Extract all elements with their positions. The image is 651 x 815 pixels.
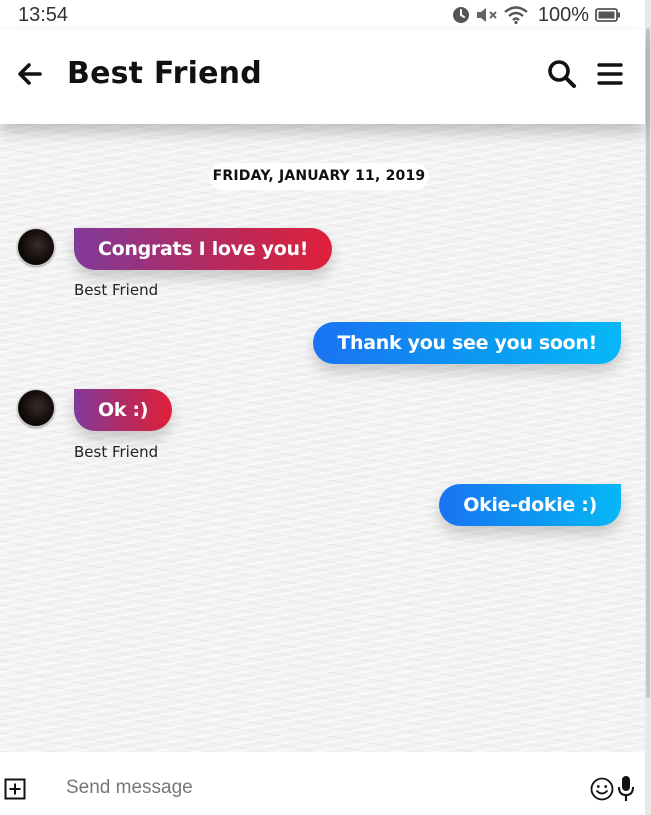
conversation-title: Best Friend: [67, 56, 262, 91]
microphone-icon[interactable]: [617, 775, 635, 803]
app-bar: Best Friend: [0, 30, 645, 124]
avatar[interactable]: [17, 228, 55, 266]
sender-name: Best Friend: [74, 443, 159, 461]
status-time: 13:54: [18, 4, 69, 26]
message-composer: [0, 752, 645, 815]
avatar[interactable]: [17, 389, 55, 427]
outgoing-message-bubble[interactable]: Okie-dokie :): [439, 484, 621, 526]
mute-icon: [476, 8, 497, 22]
back-arrow-icon[interactable]: [14, 58, 46, 90]
date-separator: FRIDAY, JANUARY 11, 2019: [209, 163, 429, 190]
search-icon[interactable]: [546, 58, 578, 90]
battery-percentage: 100%: [537, 3, 589, 26]
sender-name: Best Friend: [74, 281, 159, 299]
alarm-icon: [452, 7, 469, 23]
menu-icon[interactable]: [596, 60, 624, 88]
incoming-message-bubble[interactable]: Congrats I love you!: [74, 228, 333, 270]
add-attachment-icon[interactable]: [4, 778, 26, 800]
battery-icon: [595, 8, 620, 22]
status-icons: 100%: [452, 4, 621, 26]
incoming-message-bubble[interactable]: Ok :): [74, 389, 173, 431]
message-list[interactable]: FRIDAY, JANUARY 11, 2019 Congrats I love…: [0, 124, 645, 752]
emoji-icon[interactable]: [590, 777, 614, 801]
wifi-icon: [504, 6, 528, 24]
chat-screen: 13:54 100% Best Friend FRIDAY, JANUARY 1…: [0, 0, 645, 815]
status-bar: 13:54 100%: [0, 0, 645, 30]
message-input[interactable]: [66, 770, 566, 806]
scrollbar-track[interactable]: [645, 0, 651, 815]
scrollbar-thumb[interactable]: [646, 28, 650, 698]
outgoing-message-bubble[interactable]: Thank you see you soon!: [313, 322, 621, 364]
